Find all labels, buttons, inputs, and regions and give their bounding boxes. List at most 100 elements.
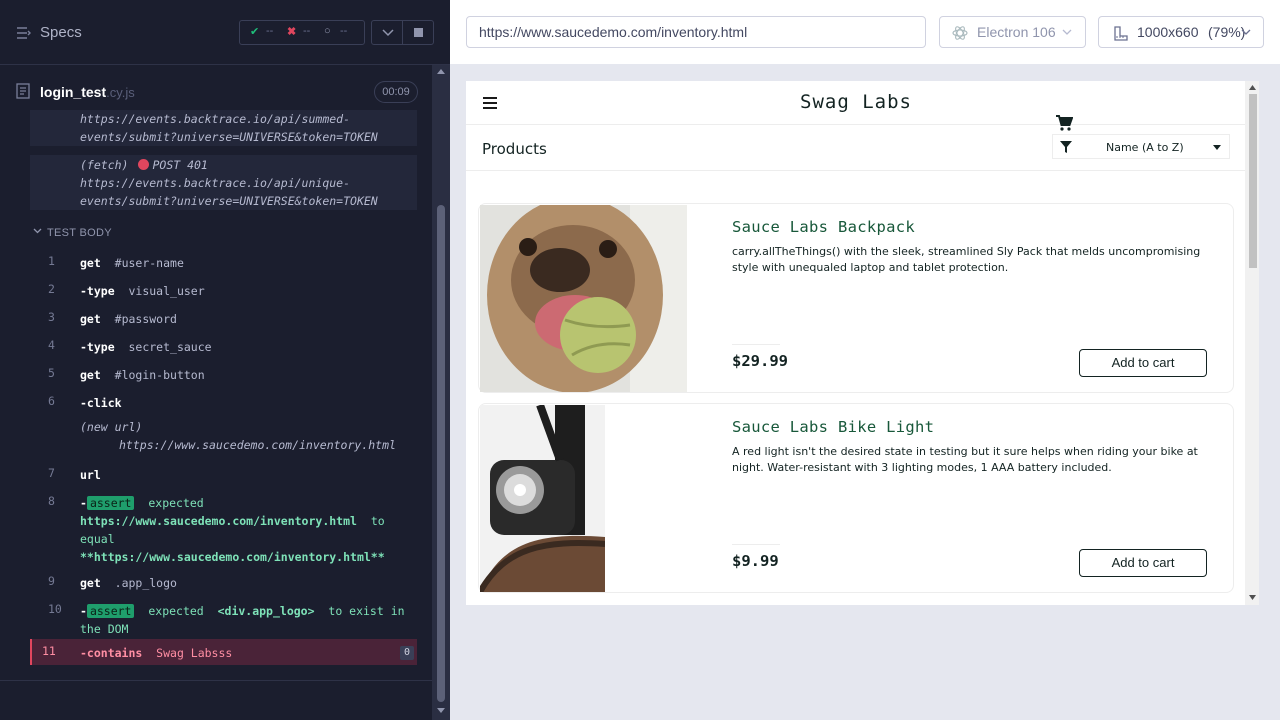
command-arg: secret_sauce [128,340,212,354]
assert-badge: assert [86,496,135,510]
scroll-down-icon[interactable] [437,708,445,714]
command-log-panel: Specs ✔ -- ✖ -- ○ -- login_test.cy.js 00… [0,0,450,720]
item-price: $29.99 [732,352,788,370]
chevron-down-icon [33,228,42,234]
assert-text: expected [148,496,204,510]
command-number: 4 [48,338,55,352]
scroll-down-icon[interactable] [1249,595,1256,600]
command-number: 6 [48,394,55,408]
inventory-item: Sauce Labs Bike Light A red light isn't … [478,403,1234,593]
duration-timer: 00:09 [374,81,418,103]
specs-title[interactable]: Specs [40,24,82,41]
inventory-item: Sauce Labs Backpack carry.allTheThings()… [478,203,1234,393]
command-name: url [80,468,101,482]
command-name: -click [80,396,122,410]
pug-with-ball-image [480,205,687,392]
item-name-link[interactable]: Sauce Labs Bike Light [732,418,934,436]
command-arg: visual_user [128,284,205,298]
divider [732,544,780,545]
command-number: 2 [48,282,55,296]
command-name: -contains [80,646,143,660]
stop-button[interactable] [402,20,434,45]
command-name: get [80,312,101,326]
command-row[interactable]: 5 get #login-button [30,363,417,387]
fetch-url-line-2: events/submit?universe=UNIVERSE&token=TO… [80,194,378,208]
command-row[interactable]: 2 -type visual_user [30,279,417,303]
divider [732,344,780,345]
command-name: get [80,256,101,270]
browser-name: Electron 106 [977,24,1056,40]
command-arg: #login-button [114,368,205,382]
command-number: 5 [48,366,55,380]
spec-file-name[interactable]: login_test.cy.js [40,84,135,100]
ruler-icon [1114,26,1128,41]
fetch-url-line-1: https://events.backtrace.io/api/unique- [80,176,351,190]
command-name: - [80,496,87,510]
command-arg: .app_logo [114,576,177,590]
divider [0,680,432,681]
add-to-cart-button[interactable]: Add to cart [1079,549,1207,577]
item-price: $9.99 [732,552,779,570]
viewport-selector[interactable]: 1000x660 (79%) [1098,16,1264,48]
command-number: 1 [48,254,55,268]
item-name-link[interactable]: Sauce Labs Backpack [732,218,915,236]
command-row[interactable]: 1 get #user-name [30,251,417,275]
scroll-up-icon[interactable] [1249,85,1256,90]
viewport-size: 1000x660 [1137,24,1199,40]
new-url-event[interactable]: (new url) https://www.saucedemo.com/inve… [30,418,417,458]
assert-row[interactable]: 8 - assert expected https://www.saucedemo… [30,491,417,567]
product-image[interactable] [480,405,605,592]
scrollbar-thumb[interactable] [437,205,445,702]
fetch-label: (fetch) [80,158,129,172]
sort-value: Name (A to Z) [1106,141,1184,154]
spec-file-ext: .cy.js [106,85,135,100]
command-number: 7 [48,466,55,480]
scroll-up-icon[interactable] [437,68,445,74]
app-scrollbar-thumb[interactable] [1249,94,1257,268]
page-title: Products [482,140,547,158]
command-number: 9 [48,574,55,588]
add-to-cart-button[interactable]: Add to cart [1079,349,1207,377]
command-row[interactable]: 4 -type secret_sauce [30,335,417,359]
fetch-status: POST 401 [152,158,208,172]
product-image[interactable] [480,205,687,392]
browser-selector[interactable]: Electron 106 [939,16,1086,48]
command-row[interactable]: 3 get #password [30,307,417,331]
assert-row[interactable]: 10 - assert expected <div.app_logo> to ex… [30,599,417,639]
assert-expected: **https://www.saucedemo.com/inventory.ht… [80,550,385,564]
chevron-down-icon [382,29,394,37]
command-row[interactable]: 6 -click [30,391,417,415]
sort-select[interactable]: Name (A to Z) [1052,134,1230,159]
fetch-url-line-1: https://events.backtrace.io/api/summed- [80,112,351,126]
document-icon [16,83,30,99]
item-description: carry.allTheThings() with the sleek, str… [732,245,1201,274]
command-name: - [80,604,87,618]
command-number: 11 [42,644,56,658]
failed-count: -- [303,25,311,37]
fetch-log-entry[interactable]: https://events.backtrace.io/api/summed- … [30,110,417,146]
specs-list-icon[interactable] [16,25,32,41]
filter-icon [1060,141,1072,153]
command-log: https://events.backtrace.io/api/summed- … [0,110,432,680]
caret-down-icon [1213,145,1221,150]
assert-badge: assert [86,604,135,618]
secondary-header: Products Name (A to Z) [466,126,1246,171]
failed-command-row[interactable]: 11 -contains Swag Labsss 0 [30,639,417,665]
expand-collapse-button[interactable] [371,20,403,45]
assert-value: <div.app_logo> [217,604,315,618]
event-url: https://www.saucedemo.com/inventory.html [119,438,396,452]
command-arg: #password [114,312,177,326]
pending-icon: ○ [324,25,331,37]
electron-icon [952,26,968,40]
command-name: -type [80,284,115,298]
stop-icon [414,28,423,37]
url-bar[interactable]: https://www.saucedemo.com/inventory.html [466,16,926,48]
bike-light-image [480,405,605,592]
command-row[interactable]: 9 get .app_logo [30,571,417,595]
command-row[interactable]: 7 url [30,463,417,487]
app-header: Swag Labs [466,81,1246,125]
assert-value: https://www.saucedemo.com/inventory.html [80,514,357,528]
fetch-log-entry[interactable]: (fetch) POST 401 https://events.backtrace… [30,155,417,210]
spec-file-basename: login_test [40,84,107,100]
test-body-toggle[interactable]: TEST BODY [30,224,417,244]
